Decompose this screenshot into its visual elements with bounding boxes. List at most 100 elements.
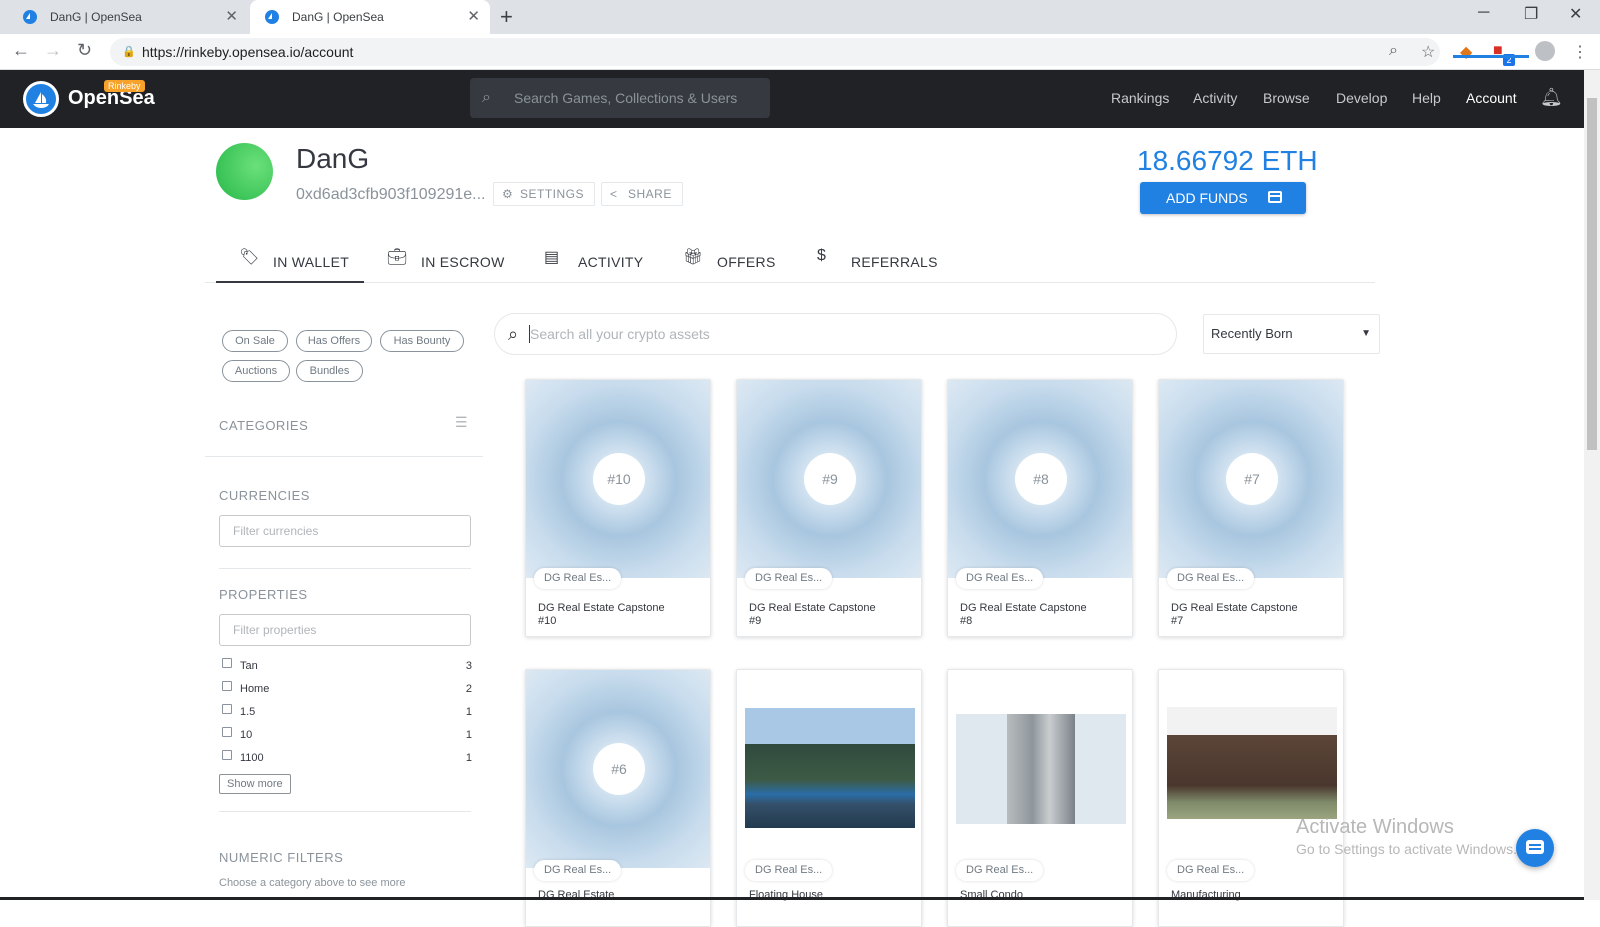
global-search-placeholder: Search Games, Collections & Users (514, 90, 738, 106)
zoom-icon[interactable]: ⌕ (1389, 42, 1398, 60)
asset-card[interactable]: #7 DG Real Es... DG Real Estate Capstone… (1158, 379, 1344, 637)
profile-name: DanG (296, 143, 370, 174)
global-search-input[interactable]: ⌕ Search Games, Collections & Users (470, 78, 770, 118)
show-more-button[interactable]: Show more (219, 774, 291, 794)
currencies-filter-input[interactable]: Filter currencies (219, 515, 471, 547)
window-close-button[interactable]: ✕ (1569, 4, 1582, 24)
nav-link-rankings[interactable]: Rankings (1111, 90, 1169, 106)
forward-arrow-icon[interactable]: → (44, 40, 62, 61)
collection-badge[interactable]: DG Real Es... (956, 860, 1044, 881)
opensea-logo-icon[interactable] (23, 81, 59, 117)
chat-support-button[interactable] (1516, 829, 1554, 867)
currencies-placeholder: Filter currencies (233, 524, 319, 538)
asset-title: DG Real Estate (538, 889, 615, 901)
asset-card[interactable]: DG Real Es... Floating House (736, 669, 922, 927)
nav-link-help[interactable]: Help (1412, 90, 1441, 106)
list-toggle-icon[interactable]: ☰ (455, 414, 468, 431)
collection-badge[interactable]: DG Real Es... (745, 568, 833, 589)
filter-auctions[interactable]: Auctions (222, 360, 290, 382)
tab-in-escrow[interactable]: 💼︎ IN ESCROW (387, 243, 537, 283)
browser-tab-bar: DanG | OpenSea ✕ DanG | OpenSea ✕ + ─ ❐ … (0, 0, 1600, 34)
collection-badge[interactable]: DG Real Es... (534, 568, 622, 589)
collection-badge[interactable]: DG Real Es... (1167, 860, 1255, 881)
collection-badge[interactable]: DG Real Es... (956, 568, 1044, 589)
numeric-filters-title: NUMERIC FILTERS (219, 850, 344, 865)
share-label: SHARE (628, 187, 672, 201)
profile-avatar-icon[interactable] (1535, 41, 1555, 61)
condo-photo (956, 714, 1126, 824)
asset-title: Manufacturing (1171, 889, 1241, 901)
checkbox[interactable] (222, 750, 232, 760)
properties-placeholder: Filter properties (233, 623, 317, 637)
add-funds-button[interactable]: ADD FUNDS (1140, 182, 1306, 214)
filter-has-offers[interactable]: Has Offers (296, 330, 372, 352)
divider (219, 568, 471, 569)
minimize-button[interactable]: ─ (1478, 4, 1489, 22)
nav-link-activity[interactable]: Activity (1193, 90, 1237, 106)
browser-tab-title: DanG | OpenSea (292, 10, 384, 24)
wallet-address[interactable]: 0xd6ad3cfb903f109291e... (296, 186, 486, 204)
tab-offers[interactable]: 🎁︎ OFFERS (683, 243, 813, 283)
activate-windows-watermark: Activate Windows (1296, 816, 1454, 838)
currencies-title: CURRENCIES (219, 488, 310, 503)
address-bar[interactable]: 🔒 https://rinkeby.opensea.io/account (110, 38, 1440, 66)
property-row[interactable]: 10 1 (222, 727, 472, 745)
scrollbar-thumb[interactable] (1587, 98, 1597, 450)
page-scrollbar[interactable] (1584, 70, 1600, 900)
property-row[interactable]: Tan 3 (222, 658, 472, 676)
collection-badge[interactable]: DG Real Es... (745, 860, 833, 881)
asset-card[interactable]: #9 DG Real Es... DG Real Estate Capstone… (736, 379, 922, 637)
asset-title: Small Condo (960, 889, 1023, 901)
asset-card[interactable]: DG Real Es... Manufacturing (1158, 669, 1344, 927)
metamask-extension-icon[interactable]: ◆ (1460, 42, 1472, 62)
back-arrow-icon[interactable]: ← (12, 40, 30, 61)
new-tab-button[interactable]: + (500, 4, 513, 30)
tab-referrals[interactable]: $ REFERRALS (817, 243, 967, 283)
tab-active-underline (216, 281, 364, 283)
restore-button[interactable]: ❐ (1524, 4, 1538, 24)
nav-link-account[interactable]: Account (1466, 90, 1517, 106)
checkbox[interactable] (222, 658, 232, 668)
asset-card[interactable]: #10 DG Real Es... DG Real Estate Capston… (525, 379, 711, 637)
share-button[interactable]: < SHARE (601, 182, 683, 206)
filter-bundles[interactable]: Bundles (296, 360, 363, 382)
property-row[interactable]: Home 2 (222, 681, 472, 699)
property-row[interactable]: 1100 1 (222, 750, 472, 768)
bell-icon[interactable]: 🔔︎ (1540, 87, 1563, 108)
numeric-filters-hint: Choose a category above to see more (219, 877, 406, 889)
collection-badge[interactable]: DG Real Es... (1167, 568, 1255, 589)
asset-card[interactable]: DG Real Es... Small Condo (947, 669, 1133, 927)
sort-select[interactable]: Recently Born ▼ (1203, 314, 1380, 354)
nav-link-browse[interactable]: Browse (1263, 90, 1310, 106)
asset-card[interactable]: #8 DG Real Es... DG Real Estate Capstone… (947, 379, 1133, 637)
collection-badge[interactable]: DG Real Es... (534, 860, 622, 881)
property-row[interactable]: 1.5 1 (222, 704, 472, 722)
checkbox[interactable] (222, 704, 232, 714)
bookmark-star-icon[interactable]: ☆ (1421, 42, 1435, 62)
tab-in-wallet[interactable]: 🏷︎ IN WALLET (239, 243, 389, 283)
checkbox[interactable] (222, 727, 232, 737)
filter-on-sale[interactable]: On Sale (222, 330, 288, 352)
checkbox[interactable] (222, 681, 232, 691)
avatar (216, 143, 273, 200)
asset-card[interactable]: #6 DG Real Es... DG Real Estate (525, 669, 711, 927)
close-icon[interactable]: ✕ (225, 0, 238, 34)
close-icon[interactable]: ✕ (467, 0, 480, 34)
filter-has-bounty[interactable]: Has Bounty (380, 330, 464, 352)
browser-tab-active[interactable]: DanG | OpenSea ✕ (250, 0, 490, 34)
opensea-navbar: OpenSea Rinkeby ⌕ Search Games, Collecti… (0, 70, 1584, 128)
asset-title: DG Real Estate Capstone #7 (1171, 602, 1298, 627)
asset-number: #9 (804, 453, 856, 505)
browser-tab-title: DanG | OpenSea (50, 10, 142, 24)
kebab-menu-icon[interactable]: ⋮ (1572, 42, 1588, 62)
reload-icon[interactable]: ↻ (77, 40, 92, 61)
share-icon: < (610, 187, 618, 201)
asset-search-input[interactable]: ⌕ Search all your crypto assets (494, 313, 1177, 355)
properties-filter-input[interactable]: Filter properties (219, 614, 471, 646)
gift-icon: 🎁︎ (683, 249, 704, 266)
browser-tab[interactable]: DanG | OpenSea ✕ (8, 0, 248, 34)
nav-link-develop[interactable]: Develop (1336, 90, 1387, 106)
tab-activity[interactable]: ▤ ACTIVITY (544, 243, 674, 283)
credit-card-icon (1268, 191, 1282, 203)
settings-button[interactable]: ⚙ SETTINGS (493, 182, 596, 206)
